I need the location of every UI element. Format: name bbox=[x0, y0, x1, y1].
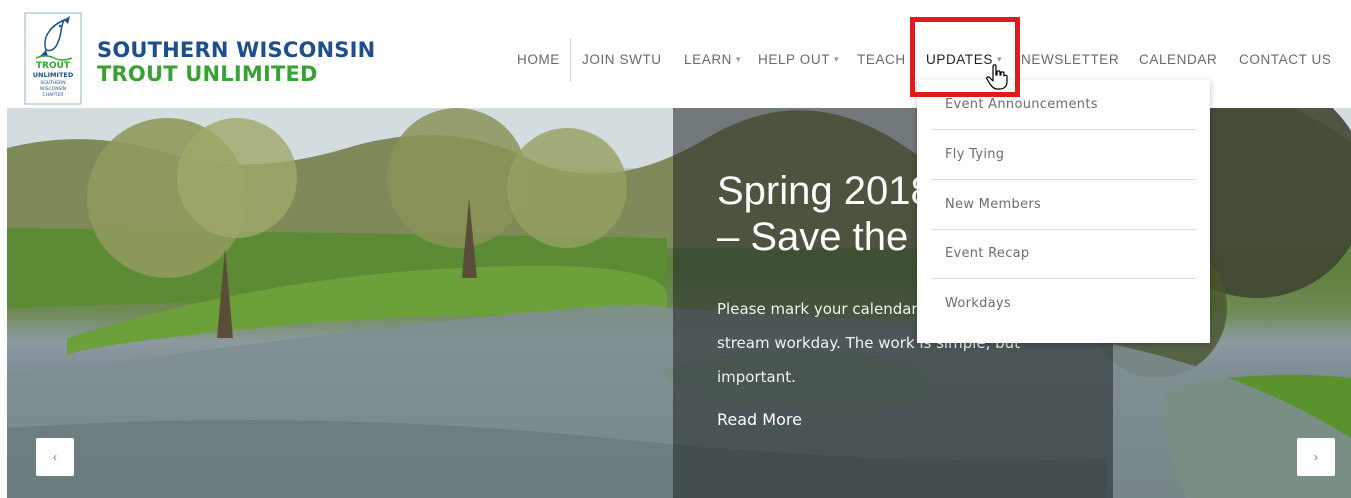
site-title-line-2: TROUT UNLIMITED bbox=[97, 62, 318, 86]
badge-line-2: UNLIMITED bbox=[33, 71, 74, 79]
chevron-left-icon: ‹ bbox=[53, 450, 57, 464]
chevron-down-icon: ▾ bbox=[736, 54, 742, 64]
nav-join-swtu[interactable]: JOIN SWTU bbox=[582, 52, 662, 67]
nav-home[interactable]: HOME bbox=[517, 52, 560, 67]
slide-description-line-3: important. bbox=[717, 368, 796, 386]
slider-next-button[interactable]: › bbox=[1297, 438, 1335, 476]
updates-dropdown-menu: Event Announcements Fly Tying New Member… bbox=[917, 80, 1210, 343]
logo-badge[interactable]: TROUT UNLIMITED SOUTHERN WISCONSIN CHAPT… bbox=[24, 12, 82, 105]
nav-contact-us[interactable]: CONTACT US bbox=[1239, 52, 1332, 67]
chevron-right-icon: › bbox=[1314, 450, 1318, 464]
dropdown-item-workdays[interactable]: Workdays bbox=[931, 279, 1196, 329]
site-title[interactable]: SOUTHERN WISCONSIN TROUT UNLIMITED bbox=[97, 38, 375, 86]
dropdown-item-label: Event Recap bbox=[945, 246, 1030, 261]
trout-logo-icon: TROUT UNLIMITED SOUTHERN WISCONSIN CHAPT… bbox=[24, 12, 82, 105]
dropdown-item-new-members[interactable]: New Members bbox=[931, 180, 1196, 230]
nav-help-out[interactable]: HELP OUT ▾ bbox=[758, 52, 839, 67]
badge-line-3: SOUTHERN bbox=[40, 80, 65, 86]
dropdown-item-label: Fly Tying bbox=[945, 147, 1005, 162]
nav-help-out-label: HELP OUT bbox=[758, 52, 831, 67]
site-title-line-1: SOUTHERN WISCONSIN bbox=[97, 38, 376, 62]
nav-teach-label: TEACH bbox=[857, 52, 906, 67]
nav-learn-label: LEARN bbox=[684, 52, 733, 67]
nav-calendar-label: CALENDAR bbox=[1139, 52, 1218, 67]
nav-newsletter[interactable]: NEWSLETTER bbox=[1021, 52, 1119, 67]
hand-pointer-cursor-icon bbox=[986, 64, 1008, 90]
badge-line-4: WISCONSIN bbox=[40, 86, 66, 92]
dropdown-item-label: Workdays bbox=[945, 296, 1012, 311]
dropdown-item-label: Event Announcements bbox=[945, 97, 1098, 112]
chevron-down-icon: ▾ bbox=[834, 54, 840, 64]
dropdown-item-label: New Members bbox=[945, 197, 1042, 212]
slider-prev-button[interactable]: ‹ bbox=[36, 438, 74, 476]
nav-divider bbox=[570, 38, 571, 82]
badge-line-5: CHAPTER bbox=[42, 92, 63, 98]
nav-join-swtu-label: JOIN SWTU bbox=[582, 52, 662, 67]
nav-home-label: HOME bbox=[517, 52, 560, 67]
nav-newsletter-label: NEWSLETTER bbox=[1021, 52, 1120, 67]
nav-calendar[interactable]: CALENDAR bbox=[1139, 52, 1217, 67]
badge-line-1: TROUT bbox=[36, 61, 71, 71]
nav-learn[interactable]: LEARN ▾ bbox=[684, 52, 741, 67]
dropdown-item-fly-tying[interactable]: Fly Tying bbox=[931, 130, 1196, 180]
nav-contact-us-label: CONTACT US bbox=[1239, 52, 1332, 67]
read-more-link[interactable]: Read More bbox=[717, 410, 802, 429]
dropdown-item-event-recap[interactable]: Event Recap bbox=[931, 229, 1196, 279]
nav-teach[interactable]: TEACH bbox=[857, 52, 906, 67]
